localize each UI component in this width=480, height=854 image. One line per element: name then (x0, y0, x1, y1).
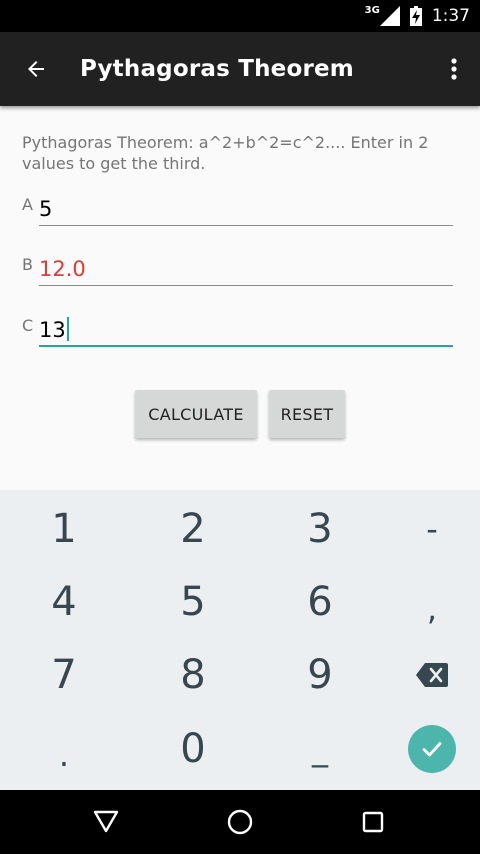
key-backspace[interactable] (372, 638, 480, 711)
field-c: C 13 (0, 297, 480, 347)
main-content: Pythagoras Theorem: a^2+b^2=c^2.... Ente… (0, 106, 480, 490)
field-b-underline (39, 285, 453, 286)
key-9[interactable]: 9 (260, 638, 380, 711)
key-space[interactable]: _ (260, 712, 380, 785)
key-2[interactable]: 2 (133, 492, 253, 565)
status-icons: 3G 1:37 (365, 0, 470, 32)
key-3[interactable]: 3 (260, 492, 380, 565)
text-cursor (66, 317, 69, 341)
description-text: Pythagoras Theorem: a^2+b^2=c^2.... Ente… (22, 133, 429, 173)
key-5[interactable]: 5 (133, 565, 253, 638)
status-bar: 3G 1:37 (0, 0, 480, 32)
key-minus[interactable]: - (372, 492, 480, 565)
page-title: Pythagoras Theorem (80, 56, 354, 82)
field-a-input[interactable]: 5 (39, 197, 52, 221)
field-b-input[interactable]: 12.0 (39, 257, 86, 281)
battery-charging-icon (409, 6, 422, 26)
nav-home-icon (227, 809, 253, 835)
field-c-label: C (22, 316, 34, 335)
field-a-label: A (22, 195, 33, 214)
back-arrow-icon (28, 61, 44, 77)
overflow-menu-icon (451, 58, 457, 80)
field-c-input-wrap[interactable]: 13 (39, 317, 69, 342)
nav-back-button[interactable] (86, 802, 126, 842)
key-done[interactable] (372, 712, 480, 785)
clock: 1:37 (431, 6, 470, 26)
calculate-button[interactable]: CALCULATE (135, 390, 257, 438)
field-c-underline (39, 345, 453, 347)
numeric-keyboard: 1 2 3 - 4 5 6 , 7 8 9 . 0 _ (0, 490, 480, 790)
key-4[interactable]: 4 (4, 565, 124, 638)
field-c-input[interactable]: 13 (39, 318, 66, 342)
signal-icon (379, 6, 400, 26)
overflow-menu-button[interactable] (442, 51, 466, 87)
system-nav-bar (0, 790, 480, 854)
key-0[interactable]: 0 (133, 712, 253, 785)
field-b: B 12.0 (0, 236, 480, 286)
back-button[interactable] (18, 51, 54, 87)
key-1[interactable]: 1 (4, 492, 124, 565)
key-7[interactable]: 7 (4, 638, 124, 711)
key-period[interactable]: . (4, 718, 124, 791)
app-bar: Pythagoras Theorem (0, 32, 480, 106)
field-b-label: B (22, 255, 33, 274)
nav-recents-icon (362, 811, 384, 833)
check-icon (422, 741, 442, 756)
field-a-underline (39, 225, 453, 226)
reset-button[interactable]: RESET (269, 390, 345, 438)
key-6[interactable]: 6 (260, 565, 380, 638)
done-button[interactable] (408, 724, 456, 773)
network-type: 3G (364, 4, 380, 16)
key-comma[interactable]: , (372, 572, 480, 645)
key-8[interactable]: 8 (133, 638, 253, 711)
nav-recents-button[interactable] (353, 802, 393, 842)
field-a: A 5 (0, 176, 480, 226)
nav-back-icon (93, 810, 119, 833)
nav-home-button[interactable] (220, 802, 260, 842)
backspace-icon (416, 662, 448, 687)
